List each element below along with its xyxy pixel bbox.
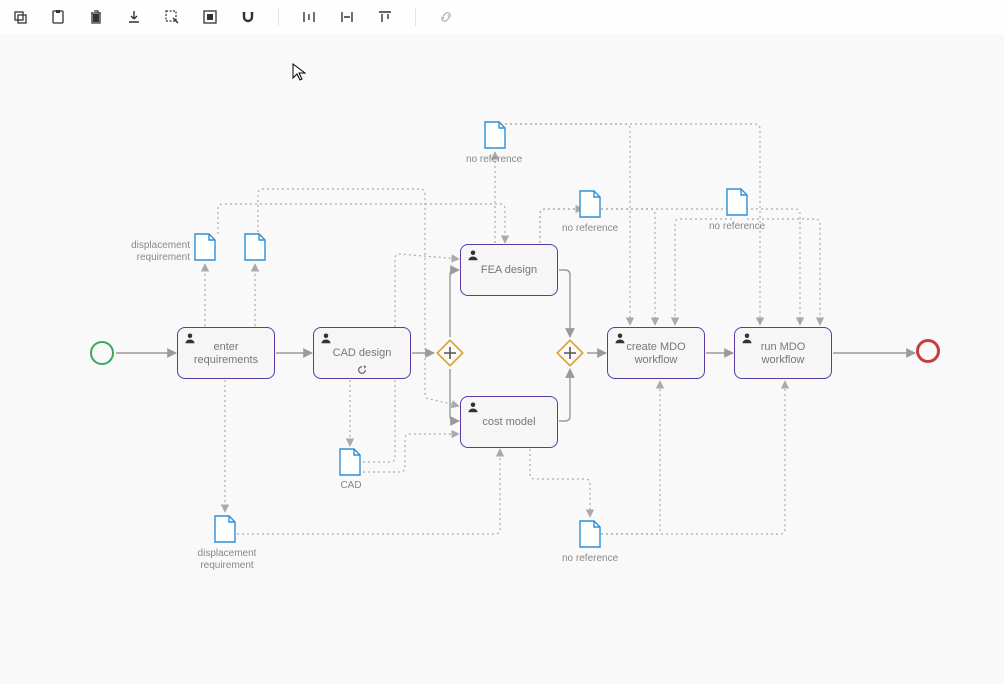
download-icon[interactable]: [126, 9, 142, 25]
paste-icon[interactable]: [50, 9, 66, 25]
canvas[interactable]: enter requirements CAD design FEA design…: [0, 34, 1004, 684]
task-run-mdo[interactable]: run MDO workflow: [734, 327, 832, 379]
user-icon: [741, 332, 753, 344]
cursor-icon: [292, 63, 306, 81]
toolbar-separator-2: [415, 8, 416, 26]
doc-label: no reference: [562, 223, 618, 235]
task-enter-requirements[interactable]: enter requirements: [177, 327, 275, 379]
start-event[interactable]: [90, 341, 114, 365]
loop-icon: [357, 365, 367, 375]
doc-label: no reference: [709, 221, 765, 233]
task-label: enter requirements: [186, 341, 266, 367]
doc-noref-bottom[interactable]: [578, 519, 602, 549]
gateway-merge[interactable]: [555, 338, 585, 368]
doc-label: displacement requirement: [192, 548, 262, 572]
doc-noref-right[interactable]: [725, 187, 749, 217]
task-label: FEA design: [469, 264, 549, 277]
doc-noref-mid[interactable]: [578, 189, 602, 219]
distribute-h-icon[interactable]: [301, 9, 317, 25]
copy-icon[interactable]: [12, 9, 28, 25]
doc-unnamed-top[interactable]: [243, 232, 267, 262]
task-label: cost model: [469, 416, 549, 429]
delete-icon[interactable]: [88, 9, 104, 25]
task-label: create MDO workflow: [616, 341, 696, 367]
group-icon[interactable]: [202, 9, 218, 25]
doc-label: no reference: [562, 553, 618, 565]
magnet-icon[interactable]: [240, 9, 256, 25]
task-cost-model[interactable]: cost model: [460, 396, 558, 448]
end-event[interactable]: [916, 339, 940, 363]
doc-label: displacement requirement: [128, 240, 190, 264]
doc-displacement-top[interactable]: [193, 232, 217, 262]
toolbar-separator: [278, 8, 279, 26]
distribute-v-icon[interactable]: [339, 9, 355, 25]
task-fea-design[interactable]: FEA design: [460, 244, 558, 296]
doc-displacement-bottom[interactable]: [213, 514, 237, 544]
doc-cad[interactable]: [338, 447, 362, 477]
doc-noref-top[interactable]: [483, 120, 507, 150]
link-icon[interactable]: [438, 9, 454, 25]
doc-label: CAD: [336, 480, 366, 492]
user-icon: [614, 332, 626, 344]
toolbar: [0, 0, 1004, 35]
lasso-icon[interactable]: [164, 9, 180, 25]
gateway-split[interactable]: [435, 338, 465, 368]
align-top-icon[interactable]: [377, 9, 393, 25]
user-icon: [467, 401, 479, 413]
doc-label: no reference: [466, 154, 522, 166]
task-cad-design[interactable]: CAD design: [313, 327, 411, 379]
user-icon: [467, 249, 479, 261]
user-icon: [184, 332, 196, 344]
task-create-mdo[interactable]: create MDO workflow: [607, 327, 705, 379]
task-label: run MDO workflow: [743, 341, 823, 367]
user-icon: [320, 332, 332, 344]
task-label: CAD design: [322, 347, 402, 360]
